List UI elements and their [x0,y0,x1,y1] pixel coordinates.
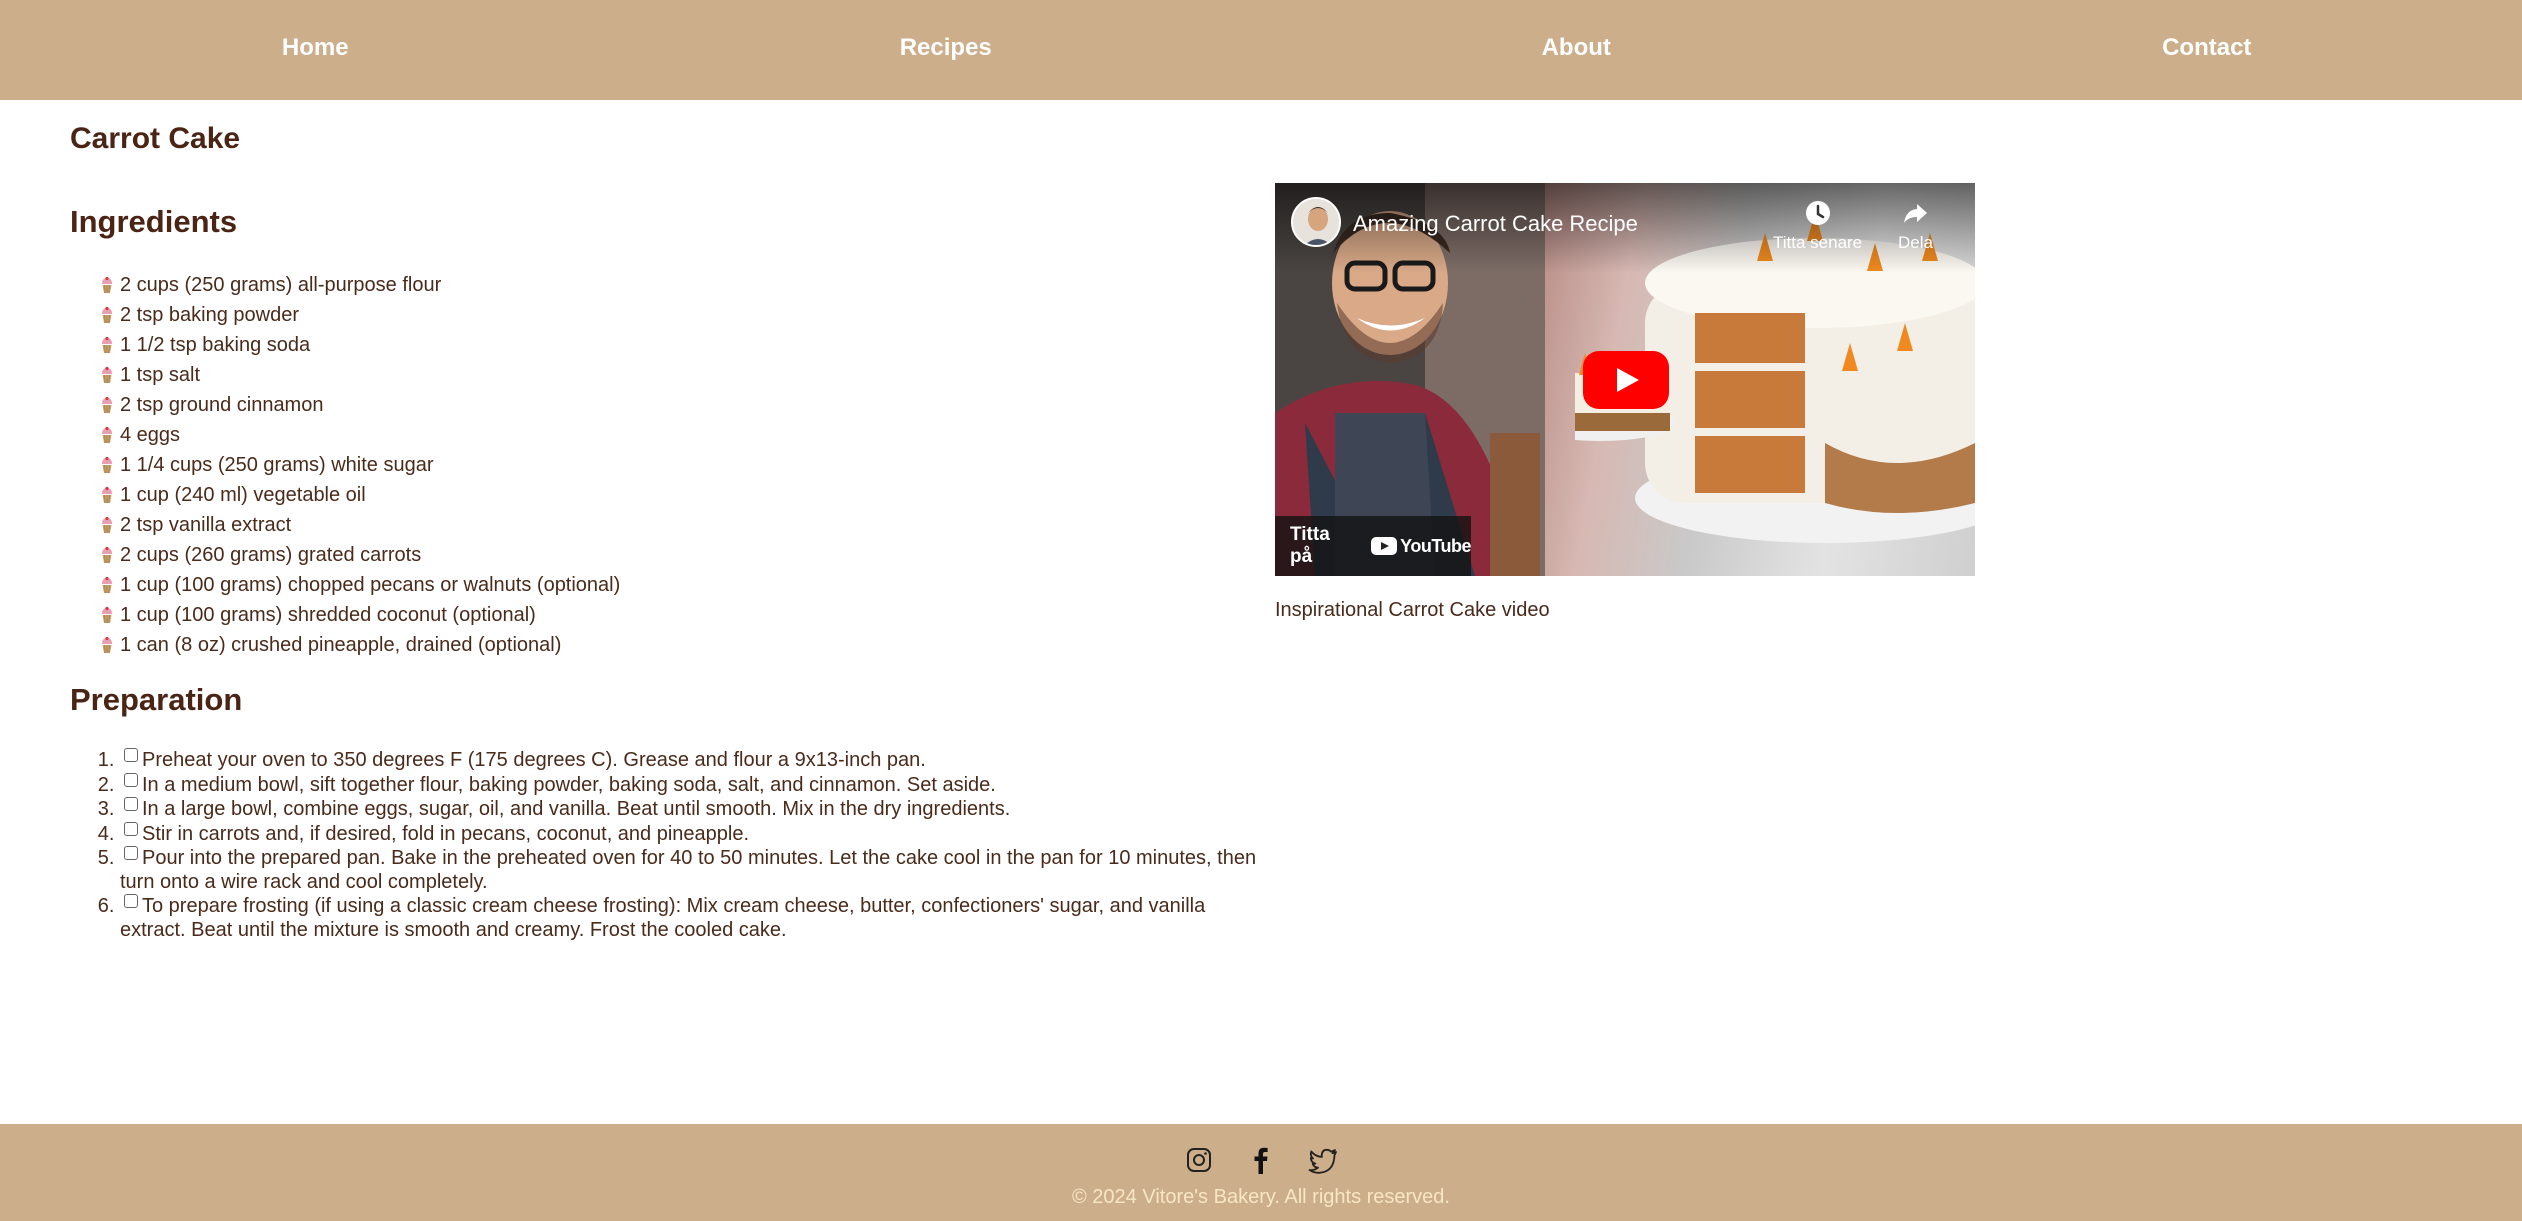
video-section: Amazing Carrot Cake Recipe Titta senare … [1275,183,1975,622]
ingredient-text: 2 cups (250 grams) all-purpose flour [120,274,442,296]
share-label: Dela [1898,233,1933,252]
cupcake-bullet-icon [100,486,114,504]
preparation-step: To prepare frosting (if using a classic … [120,894,1270,942]
ingredient-text: 4 eggs [120,424,181,446]
channel-avatar[interactable] [1291,197,1341,247]
ingredient-text: 1 1/4 cups (250 grams) white sugar [120,454,434,476]
copyright-text: © 2024 Vitore's Bakery. All rights reser… [1072,1186,1450,1208]
nav-contact[interactable]: Contact [1892,0,2522,100]
youtube-wordmark: YouTube [1400,535,1471,556]
ingredient-item: 2 tsp baking powder [100,300,1270,330]
step-checkbox[interactable] [124,772,138,787]
step-checkbox[interactable] [124,821,138,836]
share-arrow-icon [1904,204,1928,223]
ingredient-item: 2 tsp ground cinnamon [100,390,1270,420]
preparation-step: Stir in carrots and, if desired, fold in… [120,821,1270,847]
preparation-step: Pour into the prepared pan. Bake in the … [120,846,1270,894]
watch-on-label: Titta på [1290,524,1330,567]
nav-home[interactable]: Home [0,0,631,100]
ingredient-item: 1 1/2 tsp baking soda [100,330,1270,360]
nav-recipes[interactable]: Recipes [631,0,1262,100]
cupcake-bullet-icon [100,426,114,444]
cupcake-bullet-icon [100,306,114,324]
share-button[interactable]: Dela [1898,199,1933,253]
social-links [0,1144,2522,1176]
nav-about[interactable]: About [1261,0,1892,100]
play-button[interactable] [1583,351,1669,409]
cupcake-bullet-icon [100,336,114,354]
youtube-embed[interactable]: Amazing Carrot Cake Recipe Titta senare … [1275,183,1975,576]
step-checkbox[interactable] [124,748,138,762]
ingredient-text: 2 cups (260 grams) grated carrots [120,544,422,566]
page-title: Carrot Cake [70,122,241,155]
main-nav: Home Recipes About Contact [0,0,2522,100]
cupcake-bullet-icon [100,456,114,474]
ingredient-item: 1 cup (100 grams) chopped pecans or waln… [100,570,1270,600]
ingredient-text: 1 1/2 tsp baking soda [120,334,311,356]
ingredient-text: 2 tsp baking powder [120,304,300,326]
step-text: In a large bowl, combine eggs, sugar, oi… [142,798,1011,820]
ingredients-list: 2 cups (250 grams) all-purpose flour 2 ts… [100,270,1270,660]
preparation-heading: Preparation [70,682,243,717]
watch-later-label: Titta senare [1773,233,1863,252]
clock-icon [1805,201,1830,225]
ingredient-item: 4 eggs [100,420,1270,450]
ingredient-text: 1 can (8 oz) crushed pineapple, drained … [120,634,562,656]
ingredient-item: 2 cups (250 grams) all-purpose flour [100,270,1270,300]
step-checkbox[interactable] [124,894,138,908]
cupcake-bullet-icon [100,606,114,624]
recipe-column: Ingredients 2 cups (250 grams) all-purpo… [70,204,1270,942]
ingredient-text: 1 cup (100 grams) chopped pecans or waln… [120,574,621,596]
ingredient-item: 1 cup (100 grams) shredded coconut (opti… [100,600,1270,630]
ingredient-item: 1 tsp salt [100,360,1270,390]
ingredient-text: 2 tsp ground cinnamon [120,394,324,416]
ingredient-text: 1 tsp salt [120,364,201,386]
watch-on-youtube-button[interactable]: Titta på YouTube [1275,516,1471,576]
cupcake-bullet-icon [100,546,114,564]
preparation-steps: Preheat your oven to 350 degrees F (175 … [120,748,1270,942]
ingredient-item: 1 1/4 cups (250 grams) white sugar [100,450,1270,480]
preparation-step: In a medium bowl, sift together flour, b… [120,772,1270,798]
preparation-step: In a large bowl, combine eggs, sugar, oi… [120,797,1270,822]
step-checkbox[interactable] [124,846,138,860]
twitter-icon[interactable] [1307,1144,1339,1176]
ingredient-item: 1 cup (240 ml) vegetable oil [100,480,1270,510]
cupcake-bullet-icon [100,636,114,654]
step-text: Preheat your oven to 350 degrees F (175 … [142,749,926,771]
cupcake-bullet-icon [100,366,114,384]
ingredients-heading: Ingredients [70,204,238,239]
site-footer: © 2024 Vitore's Bakery. All rights reser… [0,1124,2522,1221]
ingredient-item: 2 tsp vanilla extract [100,510,1270,540]
ingredient-item: 2 cups (260 grams) grated carrots [100,540,1270,570]
step-text: Stir in carrots and, if desired, fold in… [142,822,750,845]
video-caption: Inspirational Carrot Cake video [1275,599,1550,621]
cupcake-bullet-icon [100,576,114,594]
ingredient-item: 1 can (8 oz) crushed pineapple, drained … [100,630,1270,660]
ingredient-text: 2 tsp vanilla extract [120,514,292,536]
cupcake-bullet-icon [100,516,114,534]
cupcake-bullet-icon [100,396,114,414]
facebook-icon[interactable] [1245,1144,1277,1176]
youtube-logo: YouTube [1371,536,1471,557]
cupcake-bullet-icon [100,276,114,294]
youtube-play-icon [1371,537,1398,555]
watch-later-button[interactable]: Titta senare [1773,199,1862,253]
step-text: In a medium bowl, sift together flour, b… [142,773,996,796]
instagram-icon[interactable] [1183,1144,1215,1176]
ingredient-text: 1 cup (100 grams) shredded coconut (opti… [120,604,536,626]
step-text: Pour into the prepared pan. Bake in the … [120,847,1257,893]
step-checkbox[interactable] [124,797,138,811]
preparation-step: Preheat your oven to 350 degrees F (175 … [120,748,1270,773]
step-text: To prepare frosting (if using a classic … [120,895,1206,941]
ingredient-text: 1 cup (240 ml) vegetable oil [120,484,366,506]
video-title[interactable]: Amazing Carrot Cake Recipe [1353,211,1638,237]
